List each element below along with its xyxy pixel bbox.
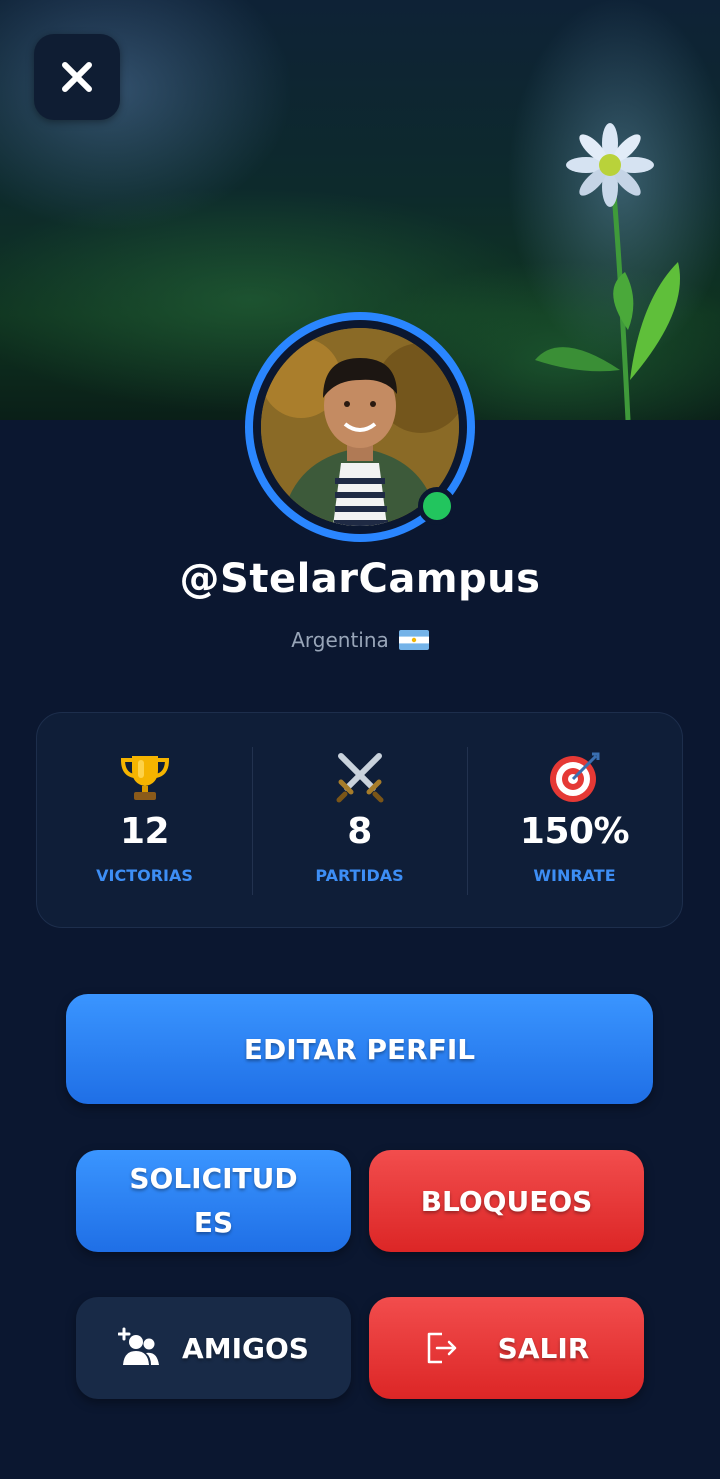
argentina-flag-icon (398, 630, 429, 650)
country-label: Argentina (291, 628, 389, 652)
close-icon (62, 62, 92, 92)
logout-button[interactable]: SALIR (369, 1297, 644, 1399)
close-button[interactable] (34, 34, 120, 120)
add-friends-icon (118, 1327, 160, 1365)
friends-label: AMIGOS (182, 1331, 309, 1365)
crossed-swords-icon (332, 749, 388, 805)
requests-label: SOLICITUD ES (129, 1162, 298, 1239)
blocks-label: BLOQUEOS (420, 1184, 593, 1218)
requests-button[interactable]: SOLICITUD ES (76, 1150, 351, 1252)
logout-label: SALIR (497, 1331, 590, 1365)
stat-winrate-value: 150% (519, 811, 630, 852)
edit-profile-button[interactable]: EDITAR PERFIL (66, 994, 653, 1104)
stat-winrate: 150% WINRATE (467, 713, 682, 927)
stat-victories-value: 12 (119, 811, 170, 852)
trophy-icon (117, 749, 173, 805)
online-status-indicator (418, 487, 456, 525)
logout-icon (427, 1332, 456, 1364)
blocks-button[interactable]: BLOQUEOS (369, 1150, 644, 1252)
stat-winrate-label: WINRATE (533, 866, 616, 885)
stats-card: 12 VICTORIAS 8 PARTIDAS 150% WINRATE (36, 712, 683, 928)
target-icon (547, 749, 603, 805)
location: Argentina (0, 628, 720, 652)
stat-victories: 12 VICTORIAS (37, 713, 252, 927)
stat-matches-value: 8 (347, 811, 372, 852)
friends-button[interactable]: AMIGOS (76, 1297, 351, 1399)
username: @StelarCampus (179, 556, 541, 602)
stat-victories-label: VICTORIAS (96, 866, 193, 885)
stat-matches-label: PARTIDAS (315, 866, 404, 885)
edit-profile-label: EDITAR PERFIL (243, 1032, 476, 1066)
stat-matches: 8 PARTIDAS (252, 713, 467, 927)
